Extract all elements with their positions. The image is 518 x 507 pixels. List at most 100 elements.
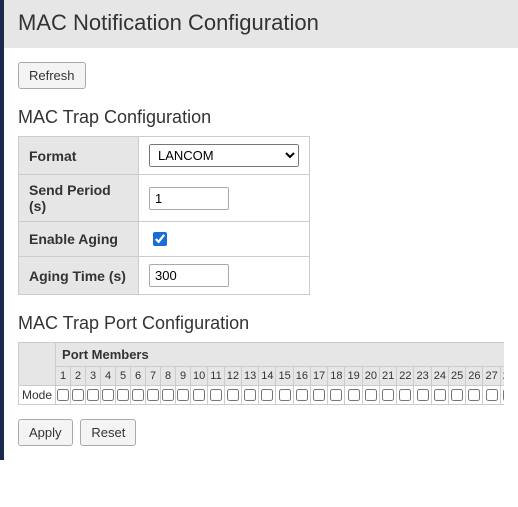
port-members-header: Port Members (56, 343, 504, 367)
port-checkbox[interactable] (132, 389, 144, 401)
port-checkbox[interactable] (486, 389, 498, 401)
aging-time-input[interactable] (149, 264, 229, 287)
format-select[interactable]: LANCOM (149, 144, 299, 167)
port-checkbox[interactable] (313, 389, 325, 401)
port-table: Port Members 123456789101112131415161718… (18, 342, 504, 405)
port-checkbox-cell (293, 386, 310, 405)
port-number: 19 (345, 367, 362, 386)
port-checkbox[interactable] (162, 389, 174, 401)
port-number: 9 (176, 367, 191, 386)
port-checkbox[interactable] (451, 389, 463, 401)
port-number: 3 (86, 367, 101, 386)
port-number: 23 (414, 367, 431, 386)
port-checkbox[interactable] (365, 389, 377, 401)
port-checkbox[interactable] (296, 389, 308, 401)
port-number: 8 (161, 367, 176, 386)
aging-time-label: Aging Time (s) (19, 257, 139, 295)
port-number: 13 (241, 367, 258, 386)
port-checkbox-cell (466, 386, 483, 405)
enable-aging-checkbox[interactable] (153, 232, 167, 246)
port-checkbox-cell (224, 386, 241, 405)
port-checkbox[interactable] (348, 389, 360, 401)
port-number: 1 (56, 367, 71, 386)
port-checkbox-cell (241, 386, 258, 405)
port-checkbox-cell (310, 386, 327, 405)
port-number: 2 (71, 367, 86, 386)
port-checkbox-cell (397, 386, 414, 405)
page-title: MAC Notification Configuration (18, 10, 504, 36)
port-checkbox[interactable] (330, 389, 342, 401)
trap-config-table: Format LANCOM Send Period (s) Enable Agi… (18, 136, 310, 295)
port-checkbox-cell (448, 386, 465, 405)
port-checkbox[interactable] (117, 389, 129, 401)
port-number: 17 (310, 367, 327, 386)
port-checkbox[interactable] (193, 389, 205, 401)
port-checkbox[interactable] (177, 389, 189, 401)
port-number: 20 (362, 367, 379, 386)
port-checkbox[interactable] (72, 389, 84, 401)
port-checkbox-cell (379, 386, 396, 405)
port-checkbox[interactable] (434, 389, 446, 401)
trap-config-heading: MAC Trap Configuration (18, 107, 504, 128)
mode-row-label: Mode (19, 386, 56, 405)
port-checkbox[interactable] (382, 389, 394, 401)
port-checkbox-cell (345, 386, 362, 405)
port-number: 10 (191, 367, 208, 386)
port-checkbox-cell (483, 386, 500, 405)
port-checkbox[interactable] (102, 389, 114, 401)
port-checkbox-cell (56, 386, 71, 405)
port-number: 5 (116, 367, 131, 386)
port-checkbox-cell (259, 386, 276, 405)
port-checkbox[interactable] (503, 389, 504, 401)
port-number: 7 (146, 367, 161, 386)
port-number: 4 (101, 367, 116, 386)
port-number: 15 (276, 367, 293, 386)
port-number: 14 (259, 367, 276, 386)
port-checkbox[interactable] (279, 389, 291, 401)
port-number: 21 (379, 367, 396, 386)
port-checkbox[interactable] (468, 389, 480, 401)
port-checkbox-cell (116, 386, 131, 405)
port-number: 22 (397, 367, 414, 386)
port-checkbox-cell (131, 386, 146, 405)
send-period-label: Send Period (s) (19, 175, 139, 222)
port-number: 28 (500, 367, 504, 386)
port-checkbox-cell (86, 386, 101, 405)
port-checkbox-cell (71, 386, 86, 405)
port-checkbox-cell (208, 386, 224, 405)
port-checkbox-cell (414, 386, 431, 405)
title-bar: MAC Notification Configuration (4, 0, 518, 48)
port-checkbox[interactable] (227, 389, 239, 401)
port-table-corner (19, 343, 56, 386)
port-checkbox-cell (191, 386, 208, 405)
apply-button[interactable]: Apply (18, 419, 73, 446)
port-number: 24 (431, 367, 448, 386)
port-number: 18 (328, 367, 345, 386)
port-checkbox[interactable] (399, 389, 411, 401)
port-checkbox[interactable] (244, 389, 256, 401)
refresh-button[interactable]: Refresh (18, 62, 86, 89)
port-checkbox-cell (101, 386, 116, 405)
port-number: 11 (208, 367, 224, 386)
port-checkbox-cell (276, 386, 293, 405)
port-number: 16 (293, 367, 310, 386)
port-checkbox[interactable] (57, 389, 69, 401)
format-label: Format (19, 137, 139, 175)
port-checkbox-cell (431, 386, 448, 405)
enable-aging-label: Enable Aging (19, 222, 139, 257)
port-number: 25 (448, 367, 465, 386)
port-config-heading: MAC Trap Port Configuration (18, 313, 504, 334)
port-number: 27 (483, 367, 500, 386)
port-checkbox[interactable] (87, 389, 99, 401)
port-checkbox-cell (362, 386, 379, 405)
port-checkbox[interactable] (417, 389, 429, 401)
port-checkbox[interactable] (210, 389, 222, 401)
port-checkbox-cell (328, 386, 345, 405)
port-checkbox[interactable] (147, 389, 159, 401)
reset-button[interactable]: Reset (80, 419, 136, 446)
port-number: 12 (224, 367, 241, 386)
send-period-input[interactable] (149, 187, 229, 210)
port-checkbox-cell (176, 386, 191, 405)
port-checkbox[interactable] (261, 389, 273, 401)
port-checkbox-cell (146, 386, 161, 405)
